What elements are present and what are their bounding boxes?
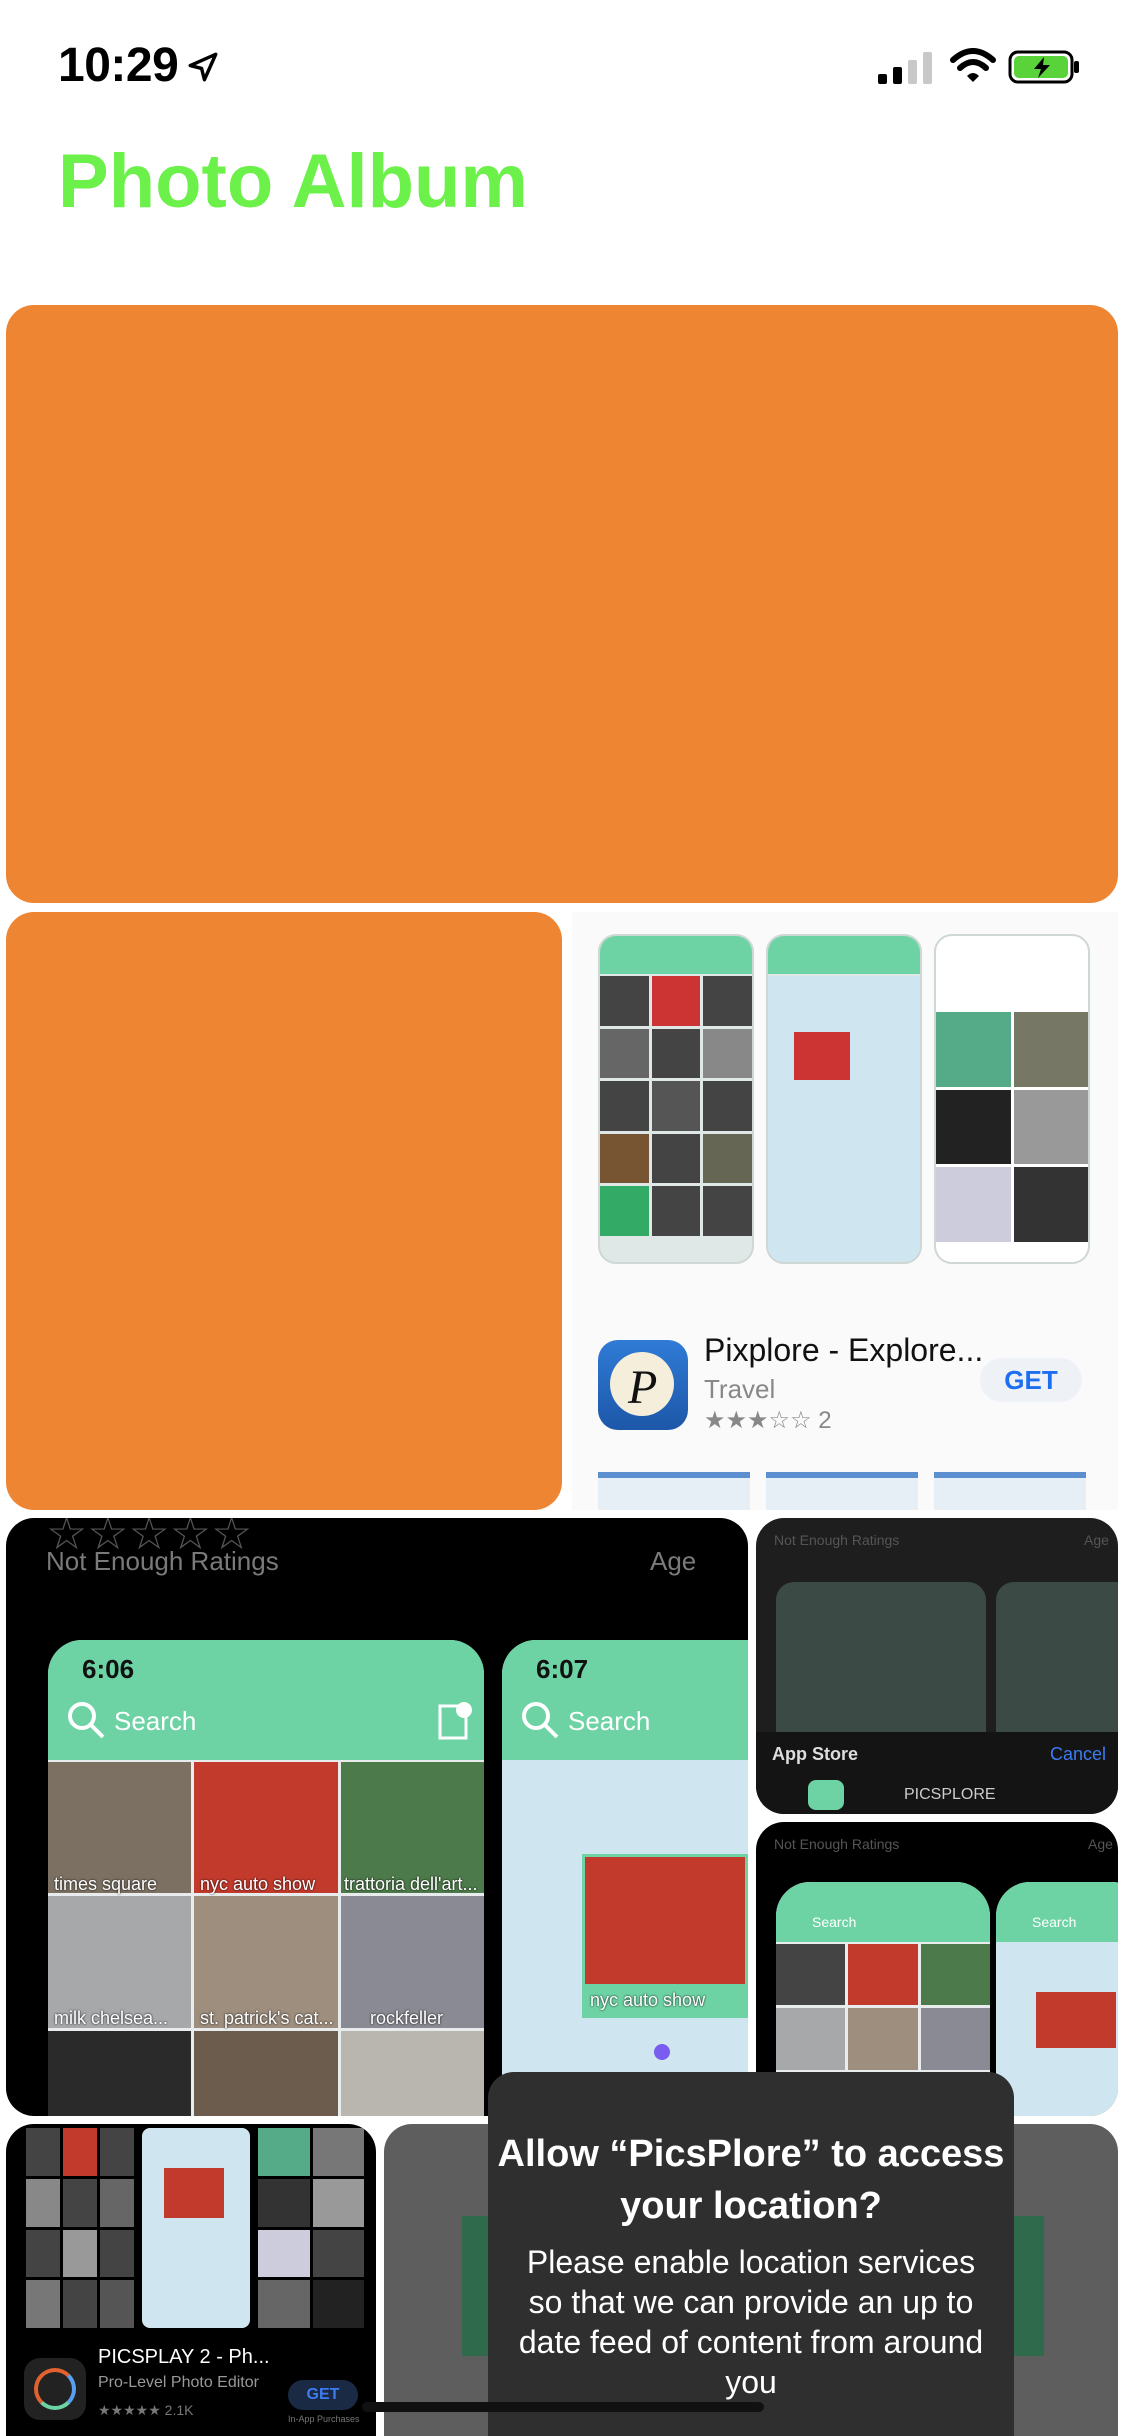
ratings-text: Not Enough Ratings [774, 1532, 900, 1548]
phone-time: 6:07 [536, 1654, 589, 1684]
photo-tile[interactable] [6, 305, 1118, 903]
picsplay-app-icon [24, 2358, 86, 2420]
get-button[interactable]: GET [980, 1358, 1082, 1402]
age-label: Age [1084, 1532, 1109, 1548]
search-icon [522, 1702, 559, 1739]
search-placeholder: Search [812, 1914, 857, 1930]
battery-icon [1008, 50, 1079, 84]
dialog-body: Please enable location services so that … [518, 2244, 984, 2400]
picsplay-get-button[interactable]: GET [288, 2380, 358, 2410]
photo-label: times square [54, 1874, 158, 1894]
photo-tile-app-store[interactable]: P Pixplore - Explore... Travel ★★★☆☆ 2 G… [572, 912, 1118, 1510]
location-arrow-icon [188, 52, 218, 82]
share-sheet-title: App Store [772, 1744, 859, 1764]
home-indicator[interactable] [362, 2402, 764, 2412]
photo-label: rockfeller [370, 2008, 444, 2028]
picsplay-rating-count: 2.1K [164, 2402, 194, 2418]
photo-label: milk chelsea... [54, 2008, 169, 2028]
phone-screenshot: 6:07 Search nyc auto show [502, 1640, 748, 2116]
map-pin-icon [438, 1702, 472, 1740]
age-label: Age [1088, 1836, 1113, 1852]
photo-tile-screenshot[interactable]: ☆☆☆☆☆ Not Enough Ratings Age 6:06 Search… [6, 1518, 748, 2116]
photo-label: nyc auto show [200, 1874, 316, 1894]
photo-tile[interactable] [6, 912, 562, 1510]
phone-time: 6:06 [82, 1654, 135, 1684]
dialog-title: Allow “PicsPlore” to access your locatio… [497, 2133, 1005, 2227]
picsplay-subtitle: Pro-Level Photo Editor [98, 2374, 259, 2391]
screenshot-thumb [934, 934, 1090, 1264]
app-icon: P [598, 1340, 688, 1430]
search-placeholder: Search [1032, 1914, 1077, 1930]
screenshot-thumb [598, 934, 754, 1264]
in-app-purchases: In-App Purchases [288, 2414, 360, 2424]
star-rating: ★★★☆☆ 2 [704, 1407, 832, 1434]
photo-label: trattoria dell'art... [344, 1874, 478, 1894]
status-time: 10:29 [58, 39, 179, 92]
photo-label: st. patrick's cat... [200, 2008, 334, 2028]
cellular-signal-icon [878, 52, 932, 84]
page-title: Photo Album [58, 139, 528, 224]
phone-screenshot: Search [996, 1882, 1118, 2116]
wifi-icon [950, 48, 996, 82]
location-permission-dialog: Allow “PicsPlore” to access your locatio… [488, 2072, 1014, 2436]
cancel-button[interactable]: Cancel [1050, 1744, 1106, 1765]
photo-tile-share-sheet[interactable]: Not Enough Ratings Age App Store Cancel … [756, 1518, 1118, 1814]
map-photo-label: nyc auto show [590, 1990, 706, 2010]
phone-screenshot: 6:06 Search times square nyc auto show t… [48, 1640, 484, 2116]
app-name: Pixplore - Explore... [704, 1332, 984, 1368]
share-sheet-app: PICSPLORE [904, 1786, 996, 1803]
screenshot-thumb [766, 934, 922, 1264]
search-placeholder: Search [114, 1706, 197, 1736]
ratings-text: Not Enough Ratings [774, 1836, 900, 1852]
picsplay-name: PICSPLAY 2 - Ph... [98, 2346, 270, 2368]
ratings-text: Not Enough Ratings [46, 1546, 279, 1576]
search-placeholder: Search [568, 1706, 651, 1736]
age-label: Age [650, 1546, 697, 1576]
photo-tile-picsplay[interactable]: PICSPLAY 2 - Ph... Pro-Level Photo Edito… [6, 2124, 376, 2436]
picsplay-rating: ★★★★★ 2.1K [98, 2402, 194, 2418]
app-category: Travel [704, 1374, 776, 1404]
rating-count: 2 [818, 1407, 832, 1434]
search-icon [68, 1702, 105, 1739]
